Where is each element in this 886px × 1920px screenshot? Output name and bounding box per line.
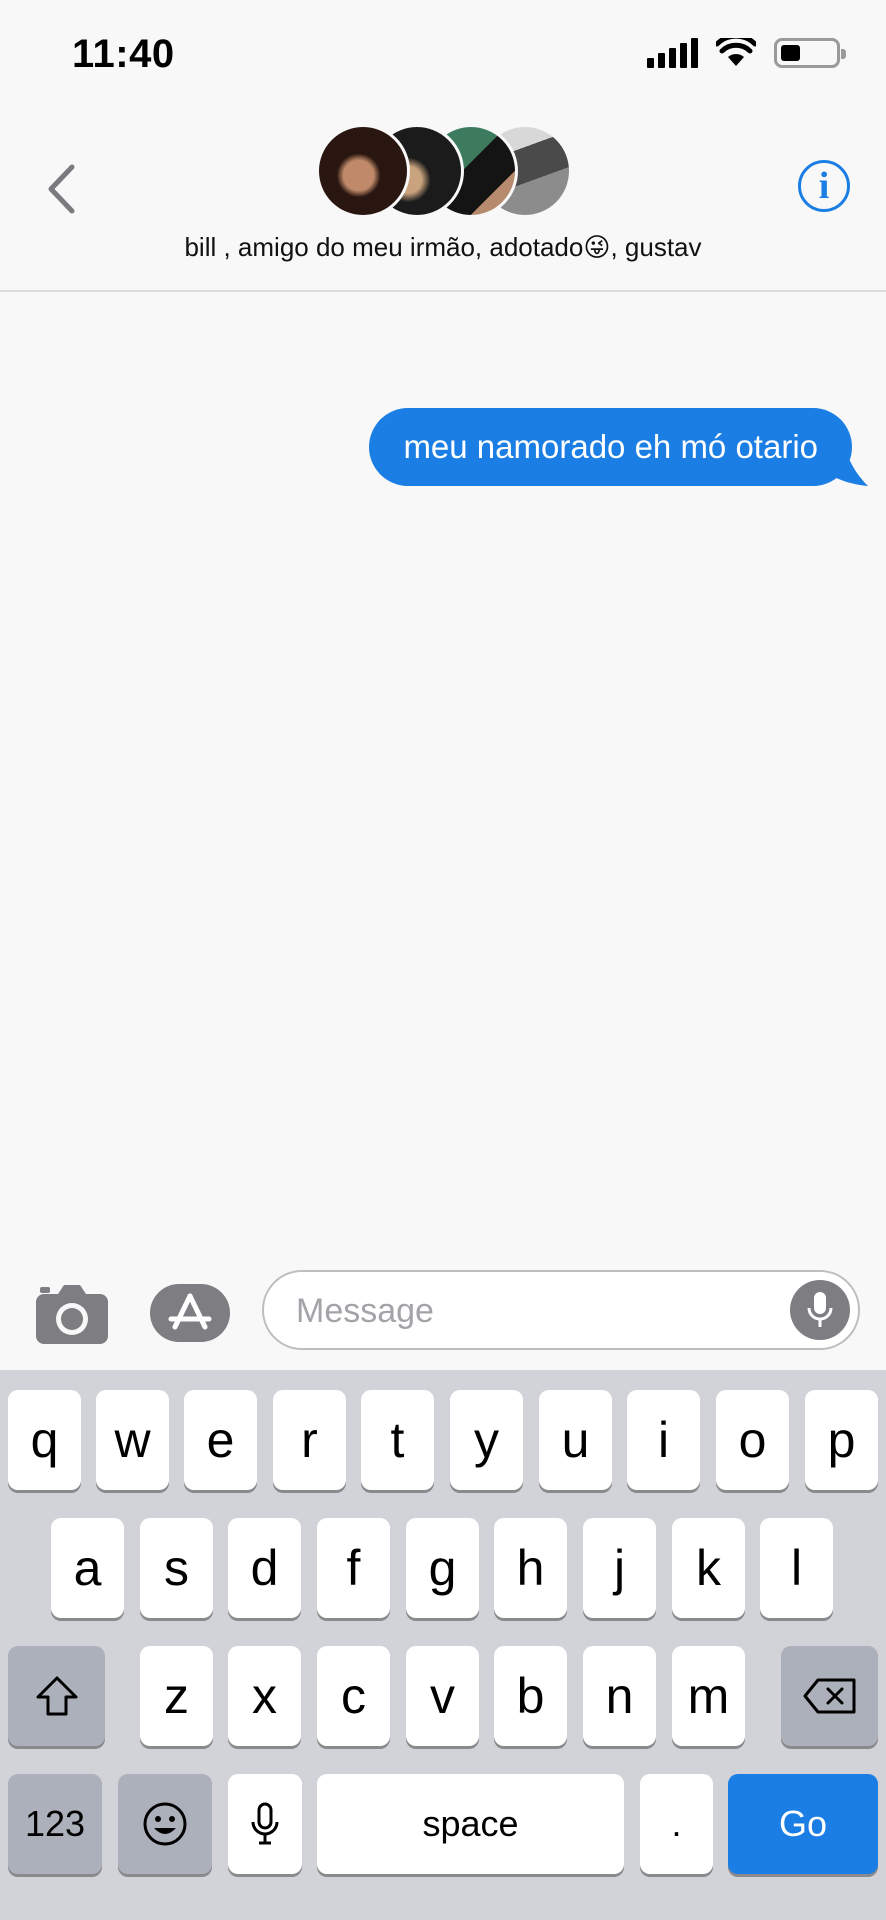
key-f[interactable]: f	[317, 1518, 390, 1618]
numbers-key[interactable]: 123	[8, 1774, 102, 1874]
key-h[interactable]: h	[494, 1518, 567, 1618]
key-b[interactable]: b	[494, 1646, 567, 1746]
key-j[interactable]: j	[583, 1518, 656, 1618]
shift-icon	[36, 1676, 77, 1716]
message-placeholder: Message	[296, 1292, 434, 1330]
key-z[interactable]: z	[140, 1646, 213, 1746]
group-avatars[interactable]	[316, 124, 574, 218]
key-g[interactable]: g	[406, 1518, 479, 1618]
key-u[interactable]: u	[539, 1390, 612, 1490]
battery-level	[781, 45, 800, 61]
camera-icon	[36, 1285, 108, 1344]
dictation-key[interactable]	[228, 1774, 302, 1874]
key-v[interactable]: v	[406, 1646, 479, 1746]
key-r[interactable]: r	[273, 1390, 346, 1490]
chevron-left-icon	[48, 164, 75, 214]
message-input[interactable]: Message	[262, 1270, 860, 1350]
emoji-icon	[143, 1802, 187, 1846]
key-a[interactable]: a	[51, 1518, 124, 1618]
key-k[interactable]: k	[672, 1518, 745, 1618]
key-s[interactable]: s	[140, 1518, 213, 1618]
microphone-icon	[807, 1292, 833, 1327]
cellular-signal-icon	[647, 38, 698, 68]
status-bar: 11:40	[0, 0, 886, 110]
battery-icon	[774, 38, 846, 68]
key-w[interactable]: w	[96, 1390, 169, 1490]
avatar	[316, 124, 410, 218]
conversation-header: bill , amigo do meu irmão, adotado😜, gus…	[0, 110, 886, 292]
key-t[interactable]: t	[361, 1390, 434, 1490]
go-key[interactable]: Go	[728, 1774, 878, 1874]
key-m[interactable]: m	[672, 1646, 745, 1746]
key-e[interactable]: e	[184, 1390, 257, 1490]
key-q[interactable]: q	[8, 1390, 81, 1490]
period-key[interactable]: .	[640, 1774, 713, 1874]
key-y[interactable]: y	[450, 1390, 523, 1490]
space-key[interactable]: space	[317, 1774, 624, 1874]
status-time: 11:40	[72, 32, 175, 76]
info-button[interactable]: i	[798, 160, 850, 212]
outgoing-message-bubble[interactable]: meu namorado eh mó otario	[369, 408, 852, 486]
status-icons	[647, 38, 846, 68]
key-c[interactable]: c	[317, 1646, 390, 1746]
emoji-key[interactable]	[118, 1774, 212, 1874]
audio-message-button[interactable]	[790, 1280, 850, 1340]
backspace-icon	[803, 1678, 855, 1714]
back-button[interactable]	[36, 154, 86, 224]
keyboard: q w e r t y u i o p a s d f g h j k l z …	[0, 1370, 886, 1920]
group-title[interactable]: bill , amigo do meu irmão, adotado😜, gus…	[0, 232, 886, 263]
camera-button[interactable]	[34, 1282, 110, 1346]
key-o[interactable]: o	[716, 1390, 789, 1490]
key-p[interactable]: p	[805, 1390, 878, 1490]
compose-bar: Message	[0, 1258, 886, 1370]
shift-key[interactable]	[8, 1646, 105, 1746]
app-store-icon	[168, 1293, 212, 1330]
delete-key[interactable]	[781, 1646, 878, 1746]
key-i[interactable]: i	[627, 1390, 700, 1490]
info-icon: i	[818, 165, 830, 207]
app-store-button[interactable]	[150, 1284, 230, 1342]
wifi-icon	[716, 38, 756, 66]
microphone-icon	[251, 1802, 279, 1845]
key-x[interactable]: x	[228, 1646, 301, 1746]
key-d[interactable]: d	[228, 1518, 301, 1618]
key-l[interactable]: l	[760, 1518, 833, 1618]
key-n[interactable]: n	[583, 1646, 656, 1746]
